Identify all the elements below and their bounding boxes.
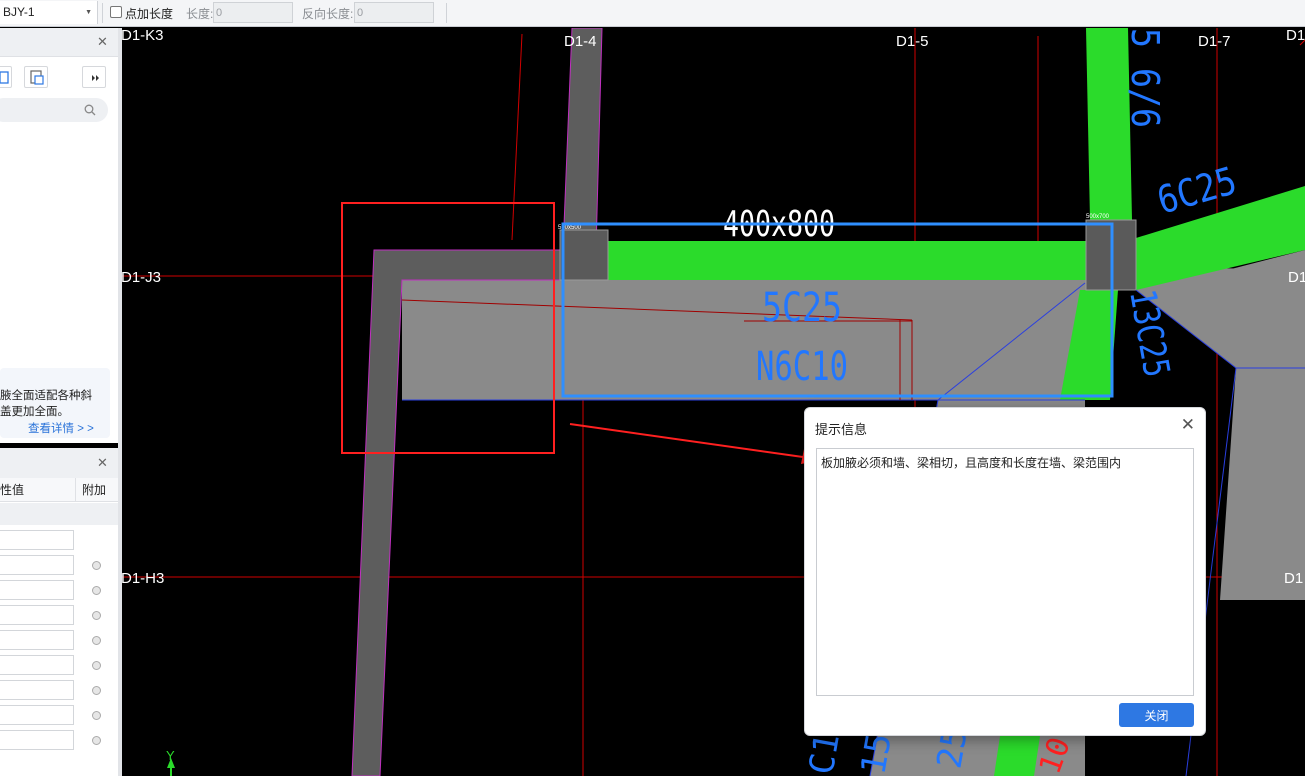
layer-select-value: BJY-1 [3,5,35,19]
length-input[interactable] [213,2,293,23]
layer-select[interactable]: BJY-1 ▼ [0,1,98,24]
axis-label-h3-right: D1 [1284,570,1303,587]
prop-value-input[interactable] [0,730,74,750]
panel-header: ✕ [0,28,118,57]
prop-value-input[interactable] [0,580,74,600]
prop-value-input[interactable] [0,655,74,675]
double-chevron-right-icon [92,75,99,81]
close-icon[interactable]: ✕ [97,34,108,50]
prop-extra-radio[interactable] [92,686,101,695]
toolbar: BJY-1 ▼ 点加长度 长度: 反向长度: [0,0,1305,27]
prop-group-row [0,503,118,525]
promo-card: 腋全面适配各种斜 盖更加全面。 查看详情 > > [0,368,110,438]
promo-text-line2: 盖更加全面。 [0,406,69,418]
chevron-down-icon: ▼ [85,9,92,16]
prop-extra-radio[interactable] [92,711,101,720]
new-component-button[interactable] [0,66,12,88]
column-left[interactable] [559,229,609,281]
prop-value-input[interactable] [0,705,74,725]
point-length-checkbox[interactable] [110,6,122,18]
prop-value-input[interactable] [0,605,74,625]
prop-extra-radio[interactable] [92,636,101,645]
prop-value-input[interactable] [0,530,74,550]
message-dialog: 提示信息 ✕ 板加腋必须和墙、梁相切，且高度和长度在墙、梁范围内 关闭 [804,407,1206,736]
promo-text-line1: 腋全面适配各种斜 [0,390,92,402]
horizontal-beam[interactable] [606,241,1088,280]
copy-component-button[interactable] [24,66,48,88]
prop-value-input[interactable] [0,630,74,650]
prop-value-input[interactable] [0,680,74,700]
close-icon[interactable]: ✕ [97,455,108,471]
vertical-beam-rebar-label: 5 6/6 [1123,28,1167,128]
new-icon [0,71,9,84]
beam-lower-stub[interactable] [994,736,1040,776]
dialog-close-button[interactable]: 关闭 [1119,703,1194,727]
point-length-label: 点加长度 [125,7,174,21]
panel-header: ✕ [0,448,118,478]
dialog-message: 板加腋必须和墙、梁相切，且高度和长度在墙、梁范围内 [821,456,1122,470]
axis-label-h3: D1-H3 [122,570,164,587]
axis-label-7: D1-7 [1198,33,1231,50]
prop-extra-column-header: 附加 [76,478,118,502]
beam-side-rebar-label: N6C10 [756,344,848,390]
prop-extra-radio[interactable] [92,611,101,620]
reverse-length-label: 反向长度: [302,7,354,21]
y-axis-label: Y [166,748,175,763]
search-input[interactable] [0,98,108,122]
more-button[interactable] [82,66,106,88]
column-tag-right: 500x700 [1086,214,1110,220]
axis-label-j3: D1-J3 [122,269,161,286]
prop-extra-radio[interactable] [92,586,101,595]
copy-icon [30,70,44,85]
prop-value-input[interactable] [0,555,74,575]
axis-label-j3-right: D1 [1288,269,1305,286]
close-icon[interactable]: ✕ [1181,415,1195,435]
prop-value-column-header: 性值 [0,478,76,502]
axis-label-k3: D1-K3 [122,28,164,44]
prop-extra-radio[interactable] [92,736,101,745]
component-list-panel: ✕ 腋全面适配各种斜 盖更加全面。 查看详情 > > [0,28,118,443]
toolbar-divider [446,3,447,23]
reverse-length-input[interactable] [354,2,434,23]
dialog-message-box: 板加腋必须和墙、梁相切，且高度和长度在墙、梁范围内 [816,448,1194,696]
bottom-rebar-label-b: 15 [853,730,900,776]
length-label: 长度: [186,7,214,21]
axis-label-8: D1 [1286,28,1305,44]
axis-label-5: D1-5 [896,33,929,50]
axis-label-4: D1-4 [564,33,597,50]
prop-extra-radio[interactable] [92,561,101,570]
toolbar-divider [102,3,103,23]
dialog-title: 提示信息 [815,422,868,437]
beam-top-rebar-label: 5C25 [762,285,842,331]
search-icon [84,104,96,116]
prop-extra-radio[interactable] [92,661,101,670]
properties-panel: ✕ 性值 附加 [0,448,118,776]
promo-details-link[interactable]: 查看详情 > > [28,420,94,436]
